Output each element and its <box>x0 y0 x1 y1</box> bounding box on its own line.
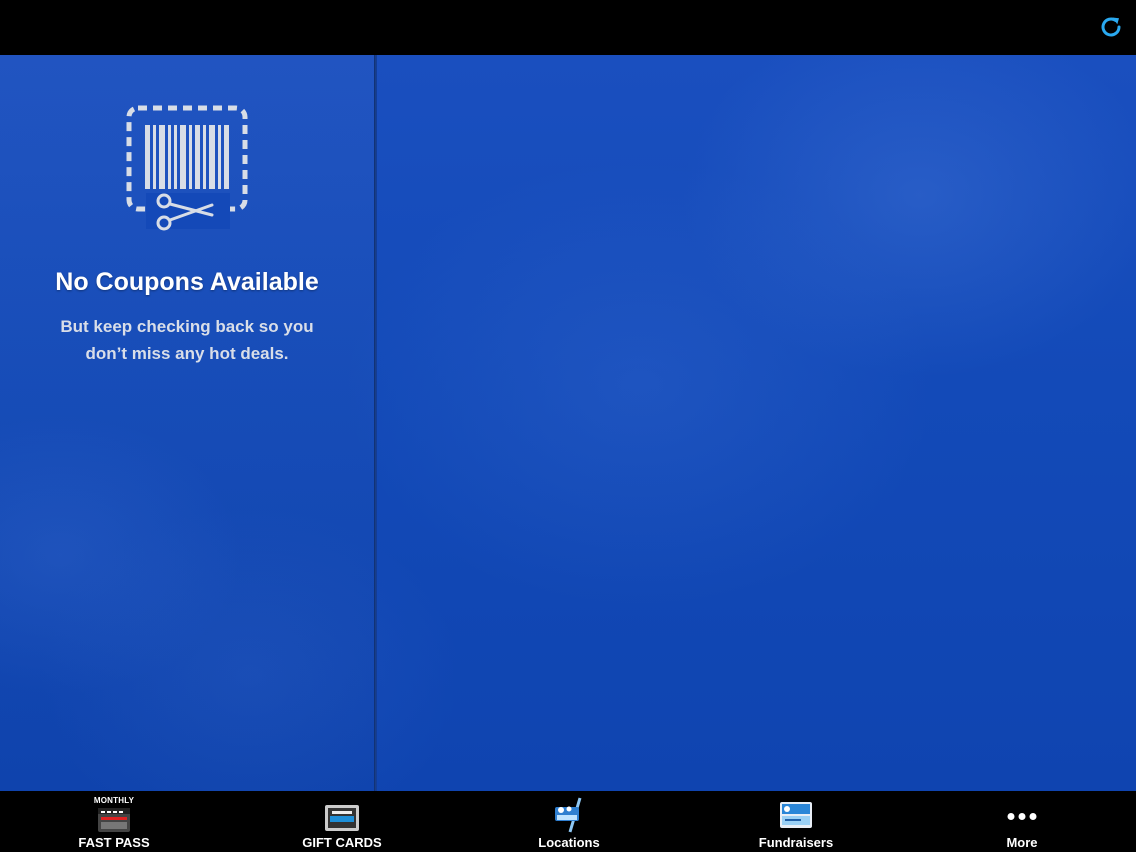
fundraiser-card-icon <box>780 802 812 828</box>
tab-gift-cards-label: GIFT CARDS <box>302 835 382 850</box>
fast-pass-badge: MONTHLY <box>93 796 135 805</box>
location-carwash-icon <box>555 797 582 833</box>
tab-fundraisers-label: Fundraisers <box>758 835 834 850</box>
gift-card-icon <box>325 805 359 831</box>
no-coupons-title: No Coupons Available <box>55 268 319 296</box>
coupons-panel: No Coupons Available But keep checking b… <box>0 55 374 791</box>
top-bar <box>0 0 1136 55</box>
tab-locations[interactable]: Locations <box>489 791 649 852</box>
no-coupons-message-line1: But keep checking back so you <box>60 317 314 336</box>
no-coupons-message: But keep checking back so you don’t miss… <box>0 313 374 367</box>
tab-fast-pass-label: FAST PASS <box>78 835 150 850</box>
tab-fundraisers[interactable]: Fundraisers <box>716 791 876 852</box>
coupon-barcode-scissors-icon <box>126 105 248 231</box>
main-content: No Coupons Available But keep checking b… <box>0 55 1136 791</box>
tab-more[interactable]: More <box>942 791 1102 852</box>
more-dots-icon <box>1007 813 1037 820</box>
tab-more-label: More <box>1006 835 1038 850</box>
tab-locations-label: Locations <box>538 835 600 850</box>
detail-panel <box>377 55 1136 791</box>
refresh-button[interactable] <box>1096 12 1126 42</box>
bottom-tab-bar: MONTHLY FAST PASS GIFT CARDS Locations F… <box>0 791 1136 852</box>
tab-gift-cards[interactable]: GIFT CARDS <box>262 791 422 852</box>
tab-fast-pass[interactable]: MONTHLY FAST PASS <box>34 791 194 852</box>
refresh-icon <box>1101 17 1121 37</box>
no-coupons-message-line2: don’t miss any hot deals. <box>85 344 289 363</box>
fast-pass-card-icon <box>98 808 130 832</box>
